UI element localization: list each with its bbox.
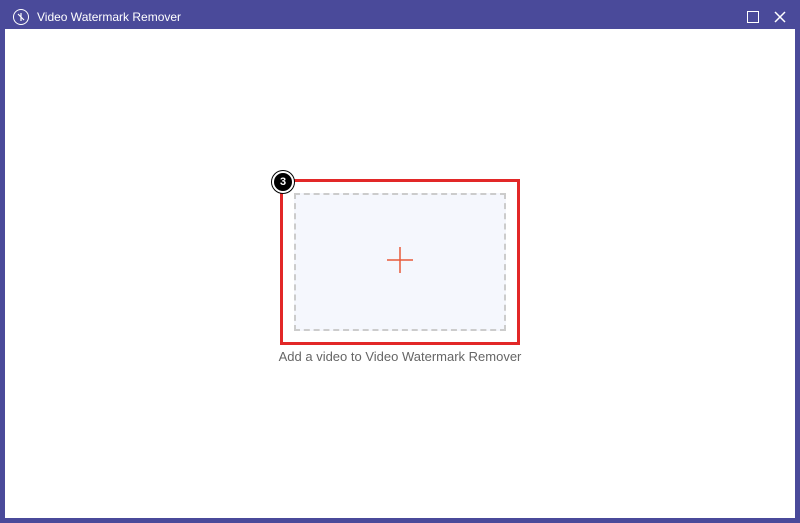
drop-hint-text: Add a video to Video Watermark Remover <box>279 349 522 364</box>
drop-inner <box>294 193 506 331</box>
window-controls <box>747 10 787 24</box>
plus-icon <box>383 243 417 282</box>
step-badge: 3 <box>272 171 294 193</box>
app-icon <box>13 9 29 25</box>
drop-area-wrapper: 3 <box>284 183 516 341</box>
main-content: 3 Add a video to Video Watermark Remover <box>5 29 795 518</box>
app-window: Video Watermark Remover 3 <box>0 0 800 523</box>
titlebar: Video Watermark Remover <box>5 5 795 29</box>
video-drop-zone[interactable] <box>284 183 516 341</box>
minimize-button[interactable] <box>747 11 759 23</box>
window-title: Video Watermark Remover <box>37 10 747 24</box>
close-button[interactable] <box>773 10 787 24</box>
